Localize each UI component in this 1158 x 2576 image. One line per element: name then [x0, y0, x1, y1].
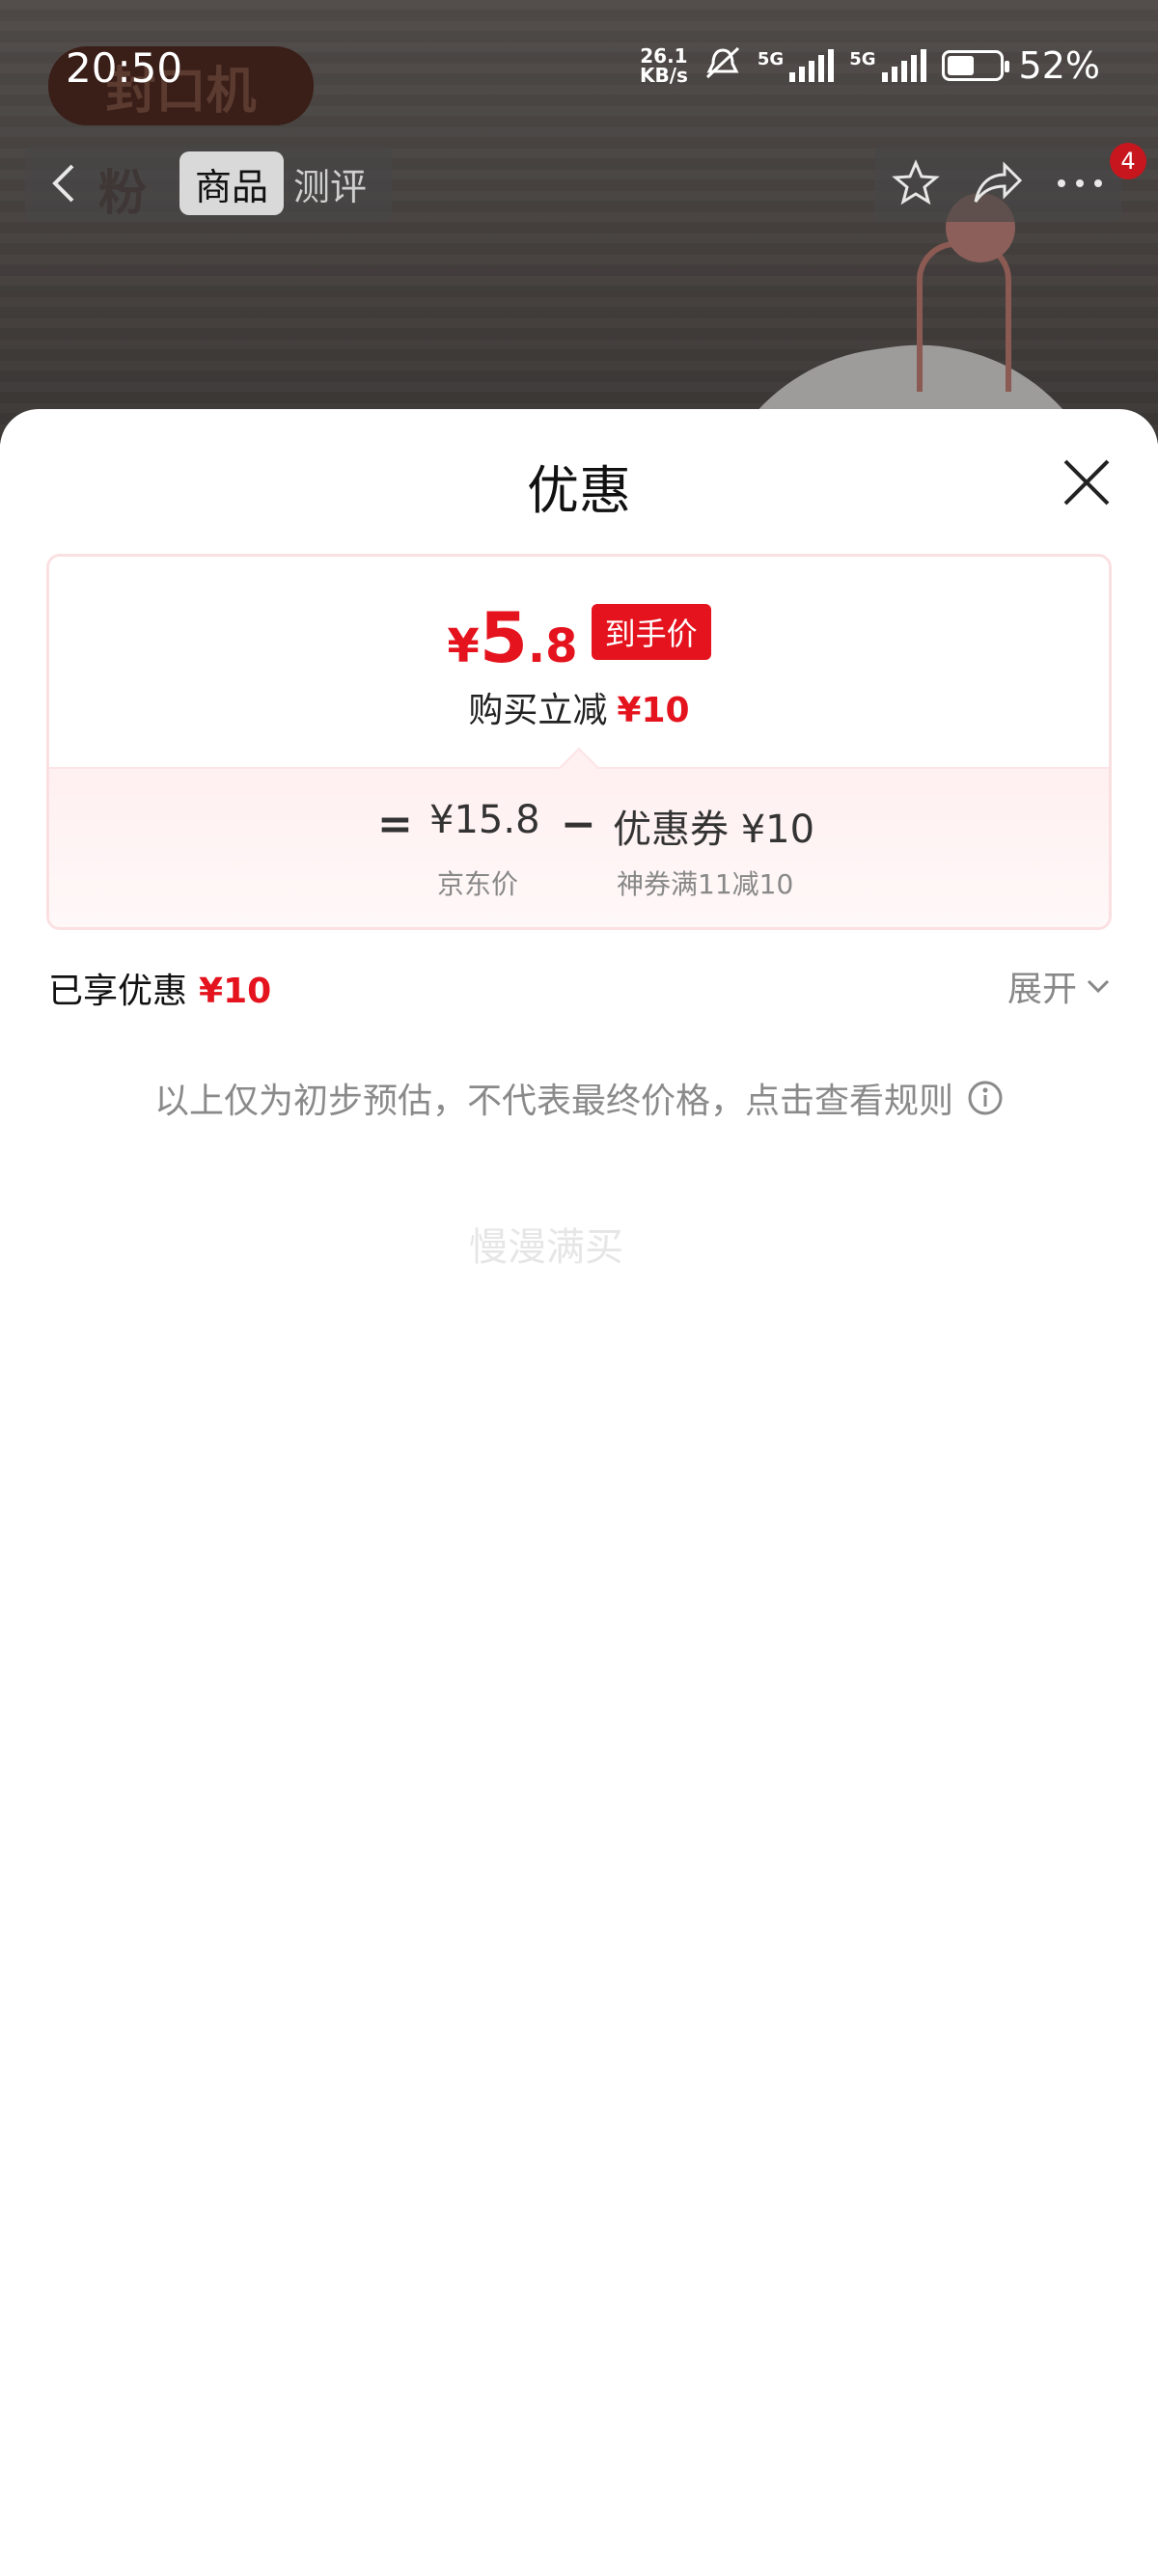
discount-sheet: 优惠 ¥ 5 .8 到手价 购买立减 ¥10 = ¥15.8 京东价 − 优惠券 …	[0, 409, 1158, 2576]
base-price-label: 京东价	[437, 868, 519, 900]
tab-product[interactable]: 商品	[179, 151, 284, 215]
battery-level-fill	[947, 56, 974, 75]
product-actions	[874, 145, 1121, 222]
battery-percent: 52%	[1018, 44, 1100, 87]
price-currency: ¥	[447, 619, 480, 673]
rule-note-text: 以上仅为初步预估，不代表最终价格，点击查看规则	[153, 1082, 953, 1121]
expand-button[interactable]: 展开	[1007, 961, 1110, 1011]
minus-sign: −	[561, 800, 596, 849]
coupon-condition: 神券满11减10	[617, 868, 794, 900]
instant-reduction: 购买立减 ¥10	[49, 682, 1109, 732]
final-price-tag: 到手价	[591, 604, 711, 660]
info-icon	[968, 1081, 1003, 1115]
back-button[interactable]	[25, 145, 102, 222]
enjoyed-value: ¥10	[199, 972, 272, 1011]
status-bar: 20:50 26.1 KB/s 5G 5G 52%	[0, 0, 1158, 135]
close-button[interactable]	[1058, 453, 1116, 511]
star-icon	[891, 159, 940, 206]
chevron-down-icon	[1087, 979, 1110, 994]
favorite-button[interactable]	[887, 154, 945, 212]
rule-note[interactable]: 以上仅为初步预估，不代表最终价格，点击查看规则	[0, 1073, 1158, 1123]
price-integer: 5	[479, 597, 528, 678]
network-speed: 26.1 KB/s	[640, 46, 688, 85]
mute-bell-icon	[703, 46, 742, 85]
signal-icon-sim1: 5G	[757, 49, 835, 82]
more-icon	[1058, 179, 1103, 187]
notification-badge: 4	[1110, 143, 1146, 179]
enjoyed-label: 已享优惠	[48, 972, 188, 1011]
close-icon	[1063, 459, 1110, 506]
final-price: ¥ 5 .8 到手价	[49, 597, 1109, 678]
watermark-text: 慢漫满买	[469, 1225, 623, 1270]
network-speed-value: 26.1	[640, 44, 688, 68]
back-icon	[52, 164, 74, 203]
price-breakdown-card: ¥ 5 .8 到手价 购买立减 ¥10 = ¥15.8 京东价 − 优惠券 ¥10…	[46, 554, 1112, 930]
signal-icon-sim2: 5G	[849, 49, 926, 82]
status-time: 20:50	[66, 44, 183, 92]
reduction-value: ¥10	[617, 691, 690, 730]
equals-sign: =	[377, 800, 413, 849]
share-button[interactable]	[969, 154, 1027, 212]
battery-icon	[941, 50, 1009, 81]
coupon-value: 优惠券 ¥10	[613, 808, 815, 852]
expand-label: 展开	[1007, 970, 1078, 1009]
network-speed-unit: KB/s	[639, 64, 688, 87]
status-icons: 26.1 KB/s 5G 5G 52%	[640, 44, 1100, 87]
final-price-section: ¥ 5 .8 到手价 购买立减 ¥10	[49, 557, 1109, 767]
reduction-label: 购买立减	[468, 691, 608, 730]
sim2-label: 5G	[849, 49, 876, 69]
enjoyed-discount: 已享优惠 ¥10	[48, 963, 271, 1013]
price-decimal: .8	[527, 619, 578, 673]
sim1-label: 5G	[757, 49, 785, 69]
tab-review[interactable]: 测评	[293, 157, 367, 210]
share-icon	[974, 161, 1023, 203]
product-nav-bar: 商品 测评	[25, 145, 392, 222]
sheet-title: 优惠	[527, 460, 631, 521]
more-button[interactable]	[1051, 154, 1109, 212]
base-price: ¥15.8	[429, 798, 540, 842]
